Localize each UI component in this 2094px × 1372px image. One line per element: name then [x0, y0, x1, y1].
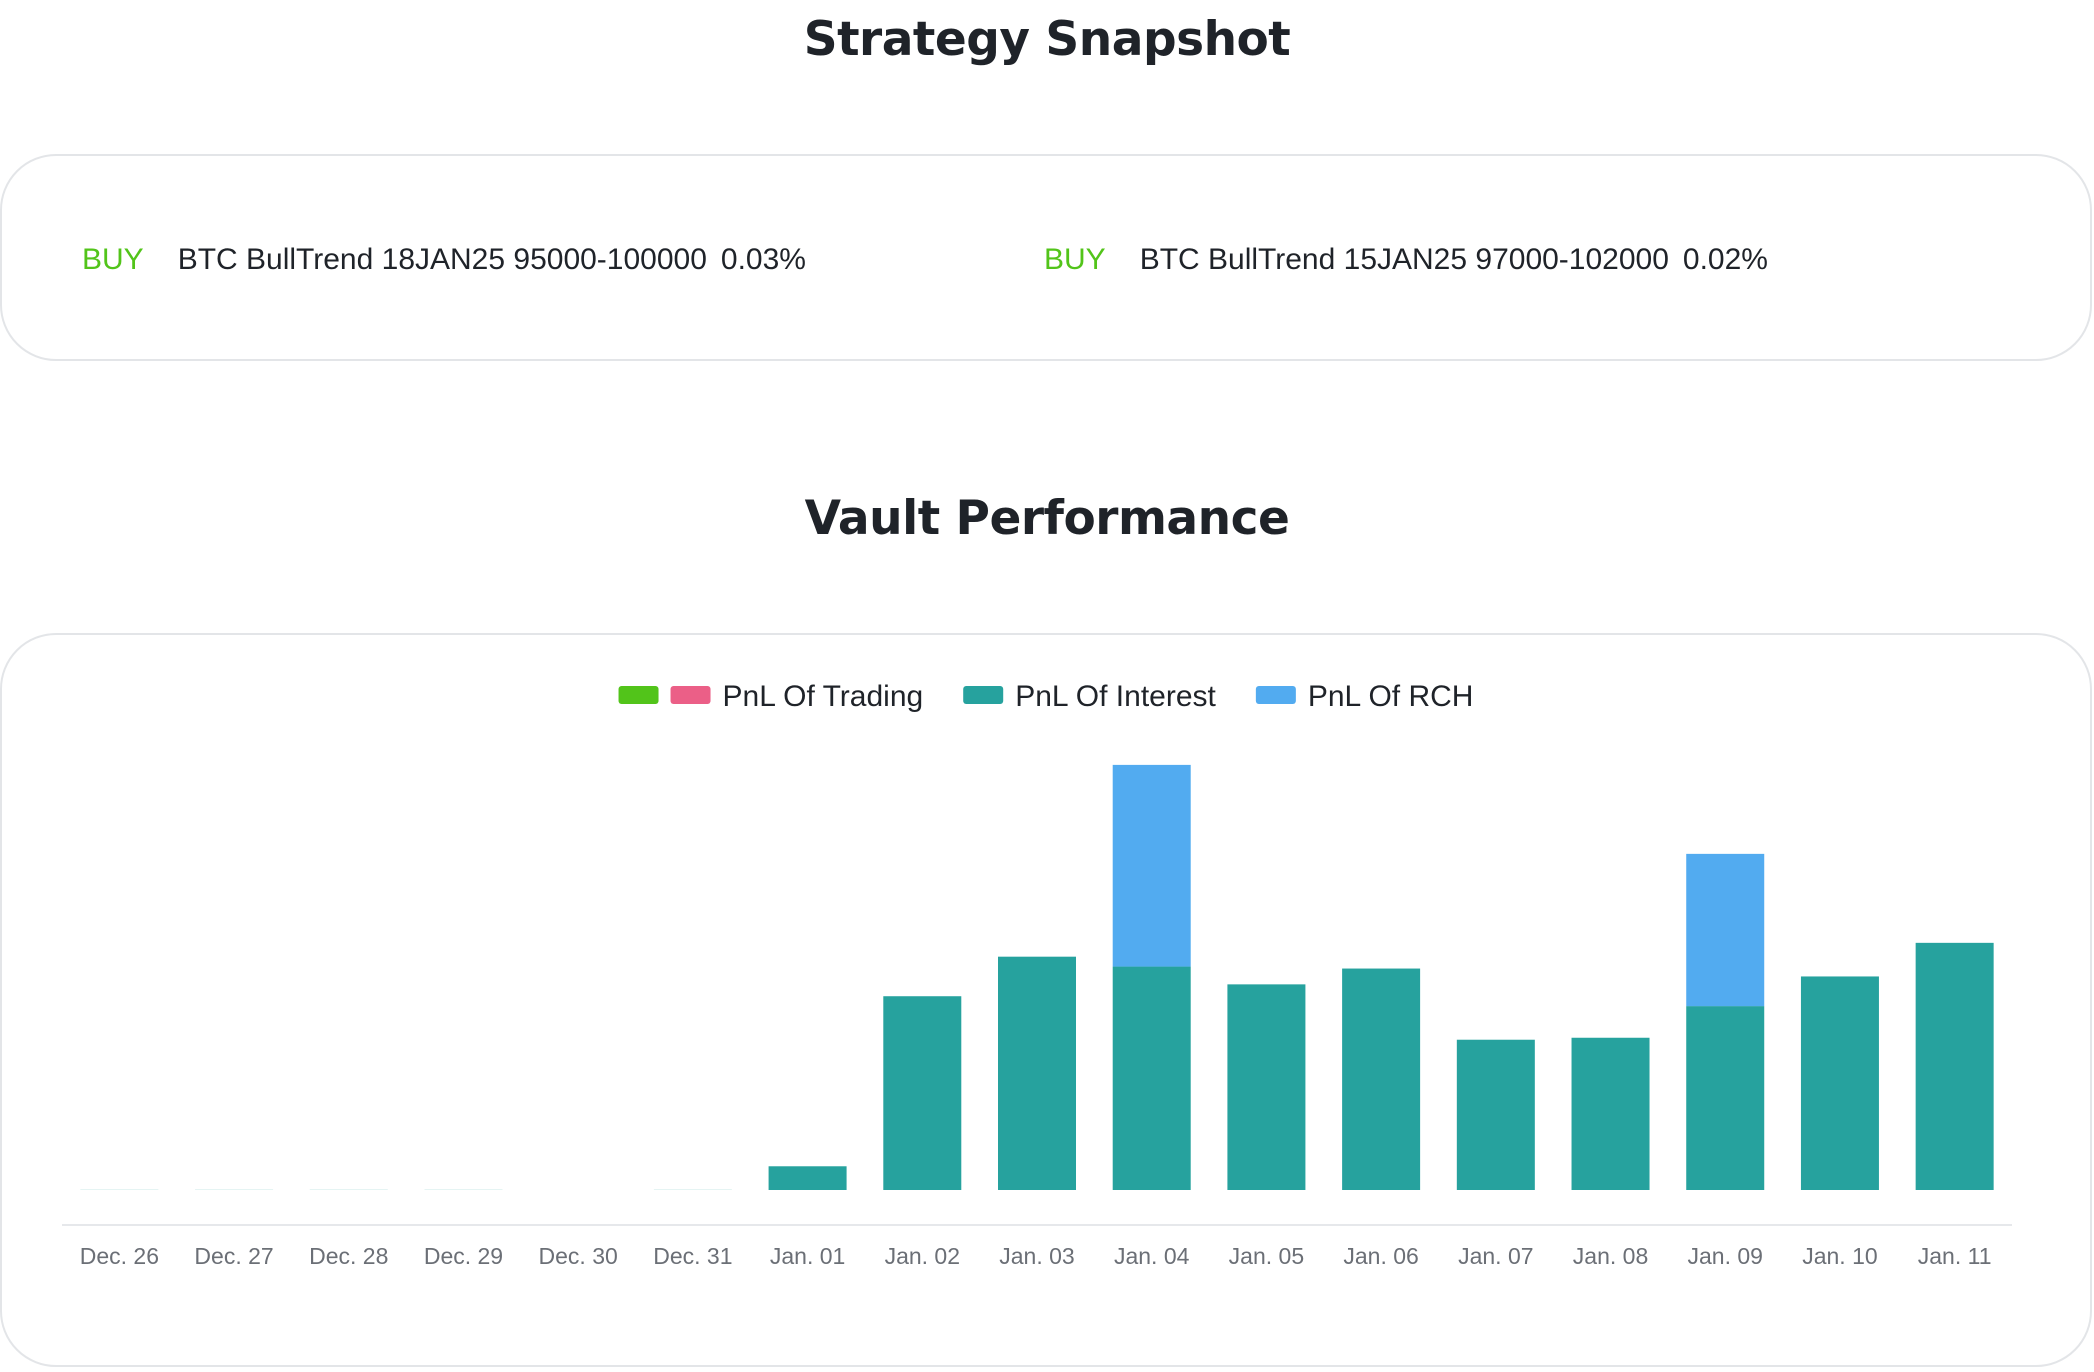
bar-pnl-of-interest-jan-01[interactable]: [768, 1166, 847, 1190]
x-tick-label: Jan. 01: [770, 1243, 845, 1269]
bar-pnl-of-interest-dec-26[interactable]: [80, 1189, 159, 1190]
x-tick-label: Jan. 05: [1229, 1243, 1304, 1269]
x-tick-label: Dec. 31: [653, 1243, 732, 1269]
bar-pnl-of-interest-jan-03[interactable]: [998, 956, 1076, 1190]
bar-pnl-of-interest-jan-08[interactable]: [1571, 1037, 1650, 1190]
x-tick-label: Jan. 09: [1688, 1243, 1763, 1269]
strategy-snapshot-card: BUY BTC BullTrend 18JAN25 95000-100000 0.0…: [0, 154, 2092, 361]
legend-label: PnL Of RCH: [1308, 680, 1474, 713]
x-tick-label: Dec. 27: [194, 1243, 273, 1269]
bar-pnl-of-interest-jan-02[interactable]: [883, 996, 962, 1190]
vault-performance-card: PnL Of Trading PnL Of Interest PnL Of RCH …: [0, 633, 2092, 1367]
bar-pnl-of-rch-jan-04[interactable]: [1112, 764, 1191, 967]
bar-pnl-of-rch-jan-09[interactable]: [1686, 853, 1765, 1007]
position-name: BTC BullTrend 15JAN25 97000-102000: [1139, 243, 1669, 276]
legend-item-pnl-of-interest[interactable]: PnL Of Interest: [963, 680, 1217, 713]
x-tick-label: Jan. 11: [1918, 1243, 1992, 1269]
vault-performance-chart: PnL Of Trading PnL Of Interest PnL Of RCH …: [62, 680, 2012, 1269]
strategy-position[interactable]: BUY BTC BullTrend 18JAN25 95000-100000 0.0…: [82, 242, 806, 278]
x-tick-label: Dec. 28: [309, 1243, 388, 1269]
x-tick-label: Jan. 02: [885, 1243, 960, 1269]
bar-pnl-of-interest-dec-31[interactable]: [653, 1189, 732, 1190]
x-tick-label: Jan. 03: [999, 1243, 1074, 1269]
chart-bars: [80, 764, 1994, 1190]
position-side: BUY: [82, 243, 144, 276]
legend-swatch: [1255, 686, 1296, 704]
bar-pnl-of-interest-jan-09[interactable]: [1686, 1006, 1765, 1190]
position-name: BTC BullTrend 18JAN25 95000-100000: [177, 243, 707, 276]
bar-pnl-of-interest-jan-11[interactable]: [1915, 942, 1994, 1190]
legend-item-pnl-of-rch[interactable]: PnL Of RCH: [1255, 680, 1474, 713]
legend-swatch: [963, 686, 1004, 704]
position-side: BUY: [1044, 243, 1106, 276]
legend-item-pnl-of-trading[interactable]: PnL Of Trading: [618, 680, 924, 713]
x-tick-label: Dec. 30: [539, 1243, 618, 1269]
bar-pnl-of-interest-jan-04[interactable]: [1112, 966, 1191, 1190]
bar-pnl-of-interest-jan-05[interactable]: [1227, 984, 1306, 1190]
position-percent: 0.03%: [720, 243, 806, 276]
x-tick-label: Dec. 26: [80, 1243, 159, 1269]
chart-legend: PnL Of Trading PnL Of Interest PnL Of RCH: [618, 680, 1474, 713]
vault-performance-title: Vault Performance: [804, 491, 1290, 546]
strategy-position[interactable]: BUY BTC BullTrend 15JAN25 97000-102000 0.0…: [1044, 242, 1768, 278]
legend-label: PnL Of Trading: [723, 680, 924, 713]
position-percent: 0.02%: [1682, 243, 1768, 276]
bar-pnl-of-interest-jan-06[interactable]: [1342, 968, 1421, 1190]
bar-pnl-of-interest-dec-29[interactable]: [424, 1189, 503, 1190]
x-tick-label: Dec. 29: [424, 1243, 503, 1269]
legend-swatch: [670, 686, 711, 704]
x-tick-label: Jan. 08: [1573, 1243, 1648, 1269]
chart-x-axis: Dec. 26 Dec. 27 Dec. 28 Dec. 29 Dec. 30 Dec. …: [62, 1224, 2012, 1269]
x-tick-label: Jan. 10: [1802, 1243, 1877, 1269]
x-tick-label: Jan. 07: [1458, 1243, 1533, 1269]
bar-pnl-of-interest-jan-07[interactable]: [1456, 1039, 1535, 1190]
legend-label: PnL Of Interest: [1015, 680, 1216, 713]
bar-pnl-of-interest-jan-10[interactable]: [1800, 976, 1879, 1190]
x-tick-label: Jan. 04: [1114, 1243, 1190, 1269]
bar-pnl-of-interest-dec-28[interactable]: [309, 1189, 388, 1190]
legend-swatch: [618, 686, 659, 704]
bar-pnl-of-interest-dec-27[interactable]: [195, 1189, 274, 1190]
strategy-snapshot-title: Strategy Snapshot: [803, 12, 1291, 67]
x-tick-label: Jan. 06: [1343, 1243, 1418, 1269]
